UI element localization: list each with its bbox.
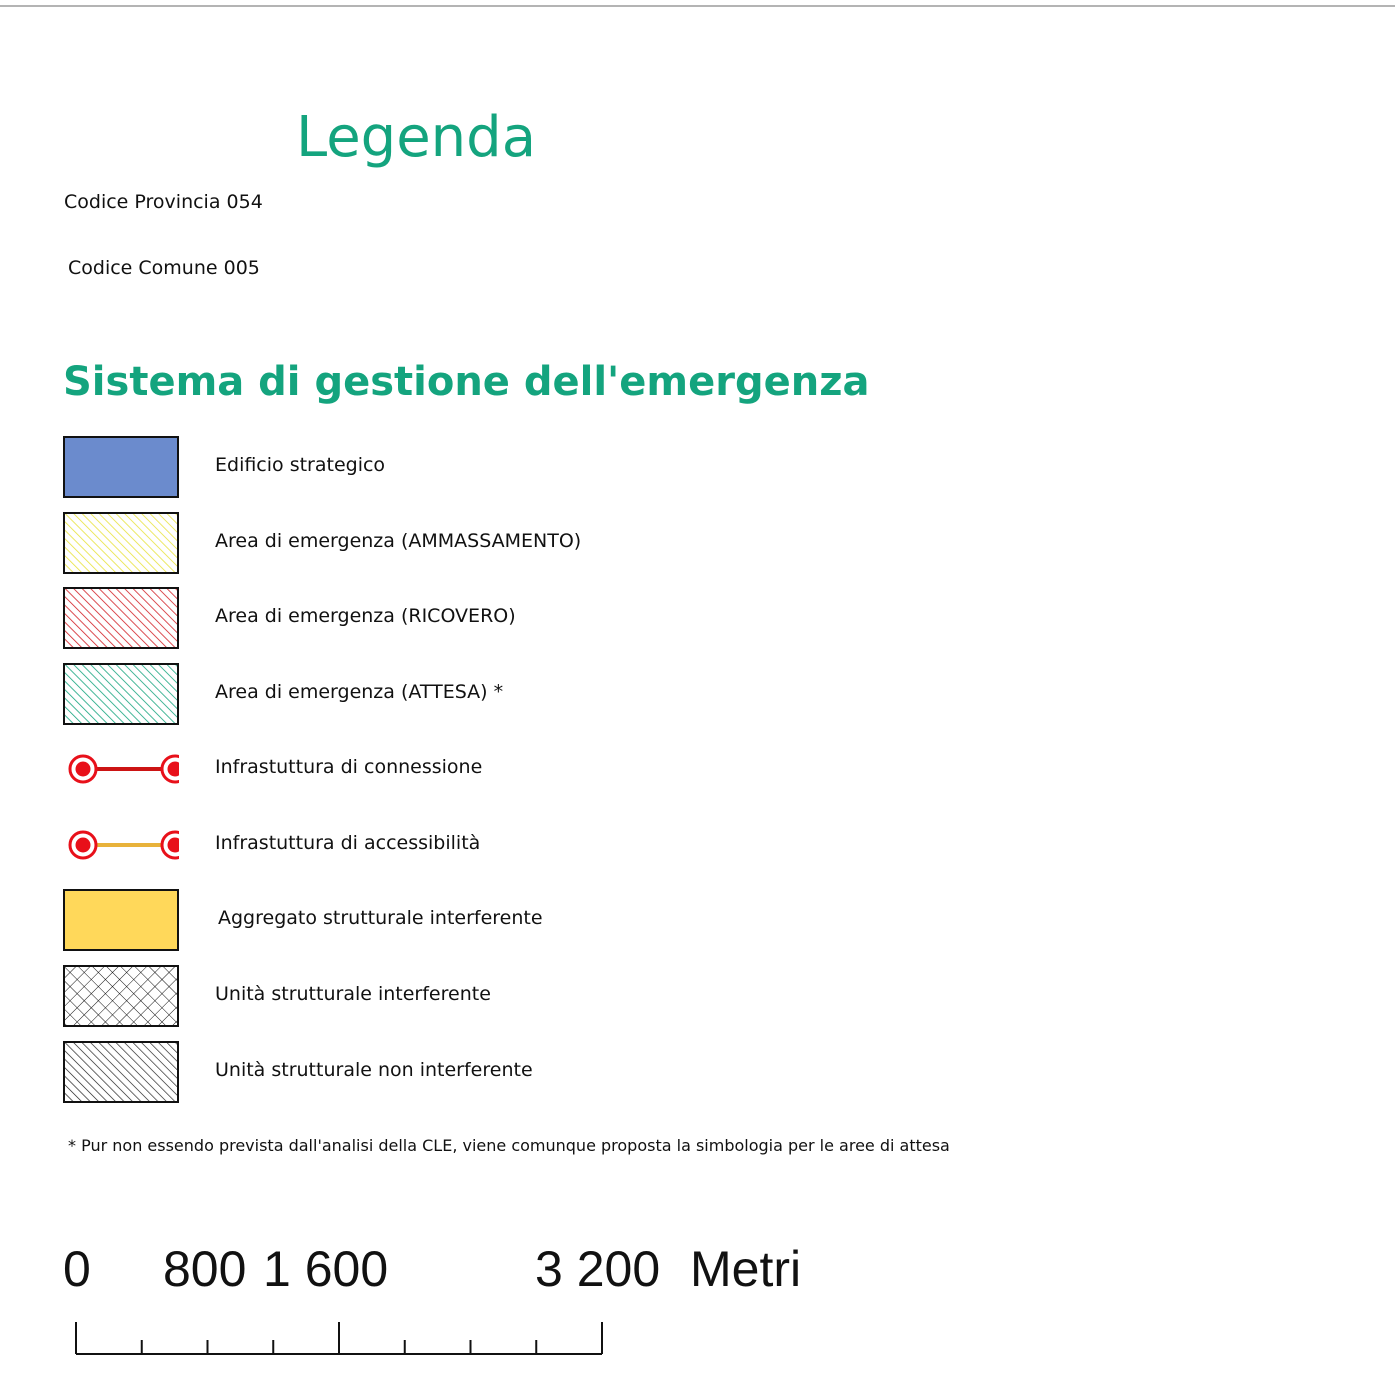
legend-item-label: Unità strutturale non interferente xyxy=(215,1059,533,1081)
solid-yellow-swatch xyxy=(63,889,179,951)
legend-item-ammassamento: Area di emergenza (AMMASSAMENTO) xyxy=(63,512,1063,574)
legend-item-label: Area di emergenza (RICOVERO) xyxy=(215,605,516,627)
orange-line-nodes-symbol xyxy=(68,830,179,860)
codice-comune: Codice Comune 005 xyxy=(68,257,260,279)
green-hatch-swatch xyxy=(63,663,179,725)
yellow-hatch-swatch xyxy=(63,512,179,574)
scale-labels: 0 800 1 600 3 200 Metri xyxy=(0,1240,900,1310)
scale-bar xyxy=(75,1322,603,1355)
black-hatch-swatch xyxy=(63,1041,179,1103)
legend-item-edificio-strategico: Edificio strategico xyxy=(63,436,1063,498)
codice-provincia: Codice Provincia 054 xyxy=(64,191,263,213)
scale-label-0: 0 xyxy=(63,1241,91,1297)
legend-item-connessione: Infrastuttura di connessione xyxy=(63,738,1063,800)
legend-item-label: Infrastuttura di accessibilità xyxy=(215,832,481,854)
scale-label-3200: 3 200 xyxy=(535,1241,661,1297)
legend-item-label: Unità strutturale interferente xyxy=(215,983,491,1005)
section-title: Sistema di gestione dell'emergenza xyxy=(63,359,870,405)
footnote: * Pur non essendo prevista dall'analisi … xyxy=(68,1136,950,1155)
legend-item-accessibilita: Infrastuttura di accessibilità xyxy=(63,814,1063,876)
top-border xyxy=(0,5,1395,7)
legend-title: Legenda xyxy=(296,105,537,170)
scale-ticks xyxy=(75,1322,603,1355)
legend-item-label: Area di emergenza (AMMASSAMENTO) xyxy=(215,530,582,552)
red-hatch-swatch xyxy=(63,587,179,649)
legend-item-unita-non-interferente: Unità strutturale non interferente xyxy=(63,1041,1063,1103)
legend-item-label: Edificio strategico xyxy=(215,454,386,476)
legend-item-label: Infrastuttura di connessione xyxy=(215,756,483,778)
legend-item-attesa: Area di emergenza (ATTESA) * xyxy=(63,663,1063,725)
scale-label-1600: 1 600 xyxy=(263,1241,389,1297)
scale-unit: Metri xyxy=(690,1241,802,1297)
legend-item-label: Area di emergenza (ATTESA) * xyxy=(215,681,504,703)
legend-item-ricovero: Area di emergenza (RICOVERO) xyxy=(63,587,1063,649)
legend-item-aggregato: Aggregato strutturale interferente xyxy=(63,889,1063,951)
crosshatch-swatch xyxy=(63,965,179,1027)
legend-item-unita-interferente: Unità strutturale interferente xyxy=(63,965,1063,1027)
legend-item-label: Aggregato strutturale interferente xyxy=(218,907,543,929)
solid-blue-swatch xyxy=(63,436,179,498)
red-line-nodes-symbol xyxy=(68,754,179,784)
scale-label-800: 800 xyxy=(163,1241,247,1297)
